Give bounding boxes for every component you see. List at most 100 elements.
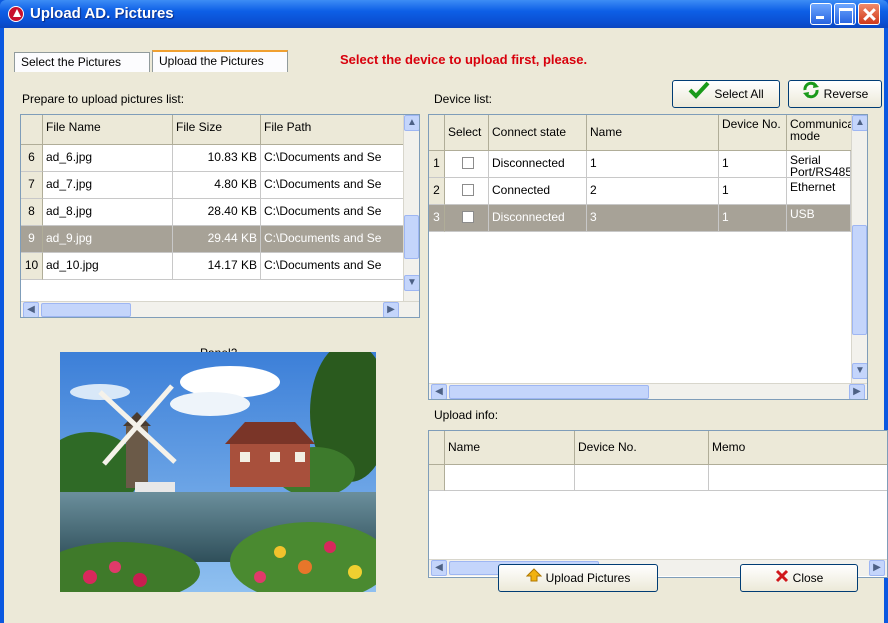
close-label: Close <box>792 571 824 585</box>
picture-cell-size[interactable]: 4.80 KB <box>173 172 261 199</box>
device-select-checkbox[interactable] <box>462 184 474 196</box>
scroll-right-icon[interactable]: ▶ <box>869 560 885 576</box>
device-cell-mode[interactable]: Ethernet <box>787 178 851 205</box>
picture-cell-size[interactable]: 28.40 KB <box>173 199 261 226</box>
refresh-icon <box>802 81 820 108</box>
column-upload-name[interactable]: Name <box>445 431 575 465</box>
device-row[interactable]: 1 Disconnected 1 1 Serial Port/RS485 <box>429 151 851 178</box>
windmill-landscape-image <box>60 352 376 592</box>
warning-message: Select the device to upload first, pleas… <box>340 52 588 67</box>
column-upload-device-no[interactable]: Device No. <box>575 431 709 465</box>
device-cell-mode[interactable]: Serial Port/RS485 <box>787 151 851 178</box>
tab-upload-pictures[interactable]: Upload the Pictures <box>152 50 288 72</box>
picture-row[interactable]: 10 ad_10.jpg 14.17 KB C:\Documents and Se <box>21 253 405 280</box>
column-file-path[interactable]: File Path <box>261 115 405 145</box>
picture-cell-path[interactable]: C:\Documents and Se <box>261 253 405 280</box>
picture-cell-name[interactable]: ad_7.jpg <box>43 172 173 199</box>
upload-pictures-button[interactable]: Upload Pictures <box>498 564 658 592</box>
close-button[interactable]: Close <box>740 564 858 592</box>
scroll-up-icon[interactable]: ▲ <box>404 115 419 131</box>
picture-row[interactable]: 9 ad_9.jpg 29.44 KB C:\Documents and Se <box>21 226 405 253</box>
device-cell-select[interactable] <box>445 178 489 205</box>
pictures-vertical-scrollbar[interactable]: ▲ ▼ <box>403 115 419 301</box>
scroll-left-icon[interactable]: ◀ <box>431 384 447 399</box>
scroll-right-icon[interactable]: ▶ <box>383 302 399 317</box>
app-window: Upload AD. Pictures Select the Pictures … <box>0 0 888 623</box>
picture-cell-path[interactable]: C:\Documents and Se <box>261 226 405 253</box>
device-cell-name[interactable]: 1 <box>587 151 719 178</box>
app-diamond-icon <box>8 6 24 22</box>
device-header-row: Select Connect state Name Device No. Com… <box>429 115 867 151</box>
scroll-right-icon[interactable]: ▶ <box>849 384 865 399</box>
column-file-size[interactable]: File Size <box>173 115 261 145</box>
picture-cell-n: 8 <box>21 199 43 226</box>
pictures-grid[interactable]: File Name File Size File Path 6 ad_6.jpg 1… <box>20 114 420 318</box>
device-vertical-scrollbar[interactable]: ▲ ▼ <box>851 115 867 383</box>
picture-cell-path[interactable]: C:\Documents and Se <box>261 199 405 226</box>
device-cell-n: 3 <box>429 205 445 232</box>
picture-cell-path[interactable]: C:\Documents and Se <box>261 172 405 199</box>
maximize-button[interactable] <box>834 3 856 25</box>
column-connect-state[interactable]: Connect state <box>489 115 587 151</box>
device-grid[interactable]: Select Connect state Name Device No. Com… <box>428 114 868 400</box>
device-cell-n: 1 <box>429 151 445 178</box>
device-cell-select[interactable] <box>445 151 489 178</box>
picture-cell-name[interactable]: ad_10.jpg <box>43 253 173 280</box>
close-window-button[interactable] <box>858 3 880 25</box>
picture-cell-name[interactable]: ad_6.jpg <box>43 145 173 172</box>
picture-cell-size[interactable]: 29.44 KB <box>173 226 261 253</box>
device-cell-state[interactable]: Connected <box>489 178 587 205</box>
scroll-down-icon[interactable]: ▼ <box>852 363 867 379</box>
upload-row[interactable] <box>429 465 887 491</box>
column-device-no[interactable]: Device No. <box>719 115 787 151</box>
device-cell-name[interactable]: 3 <box>587 205 719 232</box>
select-all-button[interactable]: Select All <box>672 80 780 108</box>
tab-select-pictures[interactable]: Select the Pictures <box>14 52 150 72</box>
scroll-up-icon[interactable]: ▲ <box>852 115 867 131</box>
device-select-checkbox[interactable] <box>462 157 474 169</box>
device-cell-select[interactable] <box>445 205 489 232</box>
select-all-label: Select All <box>714 87 764 101</box>
picture-row[interactable]: 8 ad_8.jpg 28.40 KB C:\Documents and Se <box>21 199 405 226</box>
picture-cell-size[interactable]: 10.83 KB <box>173 145 261 172</box>
reverse-label: Reverse <box>823 87 869 101</box>
scroll-left-icon[interactable]: ◀ <box>23 302 39 317</box>
picture-cell-path[interactable]: C:\Documents and Se <box>261 145 405 172</box>
picture-cell-n: 9 <box>21 226 43 253</box>
device-cell-state[interactable]: Disconnected <box>489 151 587 178</box>
scroll-left-icon[interactable]: ◀ <box>431 560 447 576</box>
upload-info-grid[interactable]: Name Device No. Memo ◀ ▶ <box>428 430 888 578</box>
title-bar[interactable]: Upload AD. Pictures <box>0 0 888 28</box>
column-select[interactable]: Select <box>445 115 489 151</box>
reverse-button[interactable]: Reverse <box>788 80 882 108</box>
picture-cell-size[interactable]: 14.17 KB <box>173 253 261 280</box>
picture-row[interactable]: 7 ad_7.jpg 4.80 KB C:\Documents and Se <box>21 172 405 199</box>
device-horizontal-scrollbar[interactable]: ◀ ▶ <box>429 383 867 399</box>
scroll-down-icon[interactable]: ▼ <box>404 275 419 291</box>
picture-cell-n: 7 <box>21 172 43 199</box>
column-file-name[interactable]: File Name <box>43 115 173 145</box>
checkmark-icon <box>688 81 710 108</box>
device-cell-no[interactable]: 1 <box>719 178 787 205</box>
window-title: Upload AD. Pictures <box>30 5 174 22</box>
device-cell-state[interactable]: Disconnected <box>489 205 587 232</box>
column-name[interactable]: Name <box>587 115 719 151</box>
picture-row[interactable]: 6 ad_6.jpg 10.83 KB C:\Documents and Se <box>21 145 405 172</box>
picture-cell-name[interactable]: ad_9.jpg <box>43 226 173 253</box>
device-row[interactable]: 3 Disconnected 3 1 USB <box>429 205 851 232</box>
device-cell-mode[interactable]: USB <box>787 205 851 232</box>
column-upload-memo[interactable]: Memo <box>709 431 887 465</box>
device-cell-name[interactable]: 2 <box>587 178 719 205</box>
device-list-label: Device list: <box>434 92 493 106</box>
picture-cell-name[interactable]: ad_8.jpg <box>43 199 173 226</box>
minimize-button[interactable] <box>810 3 832 25</box>
device-row[interactable]: 2 Connected 2 1 Ethernet <box>429 178 851 205</box>
device-cell-no[interactable]: 1 <box>719 151 787 178</box>
device-cell-n: 2 <box>429 178 445 205</box>
picture-cell-n: 10 <box>21 253 43 280</box>
pictures-horizontal-scrollbar[interactable]: ◀ ▶ <box>21 301 419 317</box>
pictures-list-label: Prepare to upload pictures list: <box>22 92 185 106</box>
device-cell-no[interactable]: 1 <box>719 205 787 232</box>
upload-icon <box>525 566 542 592</box>
device-select-checkbox[interactable] <box>462 211 474 223</box>
